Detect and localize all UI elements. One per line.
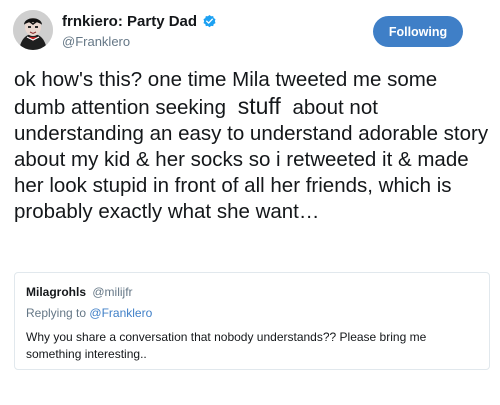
author-handle[interactable]: @Franklero	[62, 34, 130, 49]
tweet-text: ok how's this? one time Mila tweeted me …	[14, 67, 492, 225]
replying-to-handle-link[interactable]: @Franklero	[89, 306, 152, 320]
quoted-replying-to: Replying to @Franklero	[26, 306, 152, 320]
quoted-author-handle: @milijfr	[92, 285, 133, 299]
quoted-tweet-text: Why you share a conversation that nobody…	[26, 330, 427, 361]
quoted-tweet[interactable]: Milagrohls @milijfr Replying to @Frankle…	[14, 272, 490, 370]
following-button[interactable]: Following	[373, 16, 463, 47]
replying-to-prefix: Replying to	[26, 306, 87, 320]
quoted-tweet-header: Milagrohls @milijfr	[26, 285, 133, 299]
tweet-card: frnkiero: Party Dad @Franklero Following…	[0, 0, 500, 405]
author-name-row[interactable]: frnkiero: Party Dad	[62, 13, 217, 30]
quoted-author-name: Milagrohls	[26, 285, 87, 299]
avatar[interactable]	[13, 10, 53, 50]
verified-badge-icon	[202, 14, 217, 29]
avatar-image	[13, 10, 53, 50]
tweet-text-emphasis: stuff	[237, 93, 281, 119]
author-display-name[interactable]: frnkiero: Party Dad	[62, 13, 197, 30]
